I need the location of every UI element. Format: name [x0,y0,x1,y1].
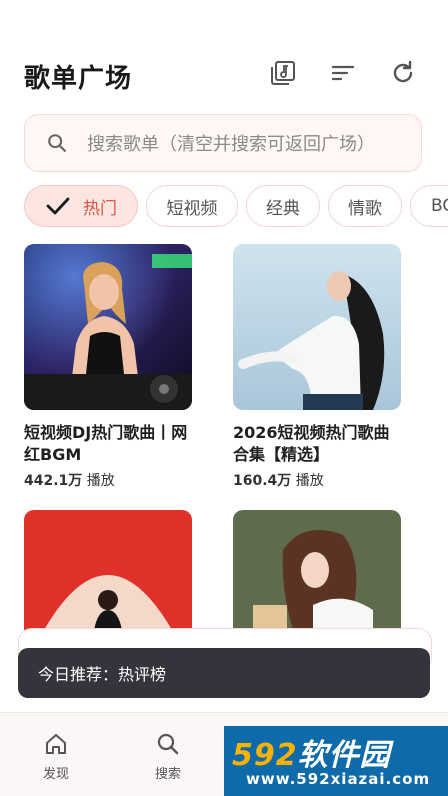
chip-short-video[interactable]: 短视频 [146,185,238,227]
page-title: 歌单广场 [24,64,133,94]
search-input[interactable]: 搜索歌单（清空并搜索可返回广场） [24,114,422,172]
search-icon [157,733,179,755]
nav-search[interactable]: 搜索 [138,731,198,782]
watermark-logo: 592软件园 www.592xiazai.com [224,726,448,796]
nav-label: 发现 [42,767,69,782]
nav-discover[interactable]: 发现 [26,731,86,782]
playlist-title: 2026短视频热门歌曲合集【精选】 [233,423,390,464]
chip-bgm[interactable]: BG [410,185,448,227]
chip-label: 经典 [266,198,300,219]
search-icon [37,123,77,163]
watermark-url: www.592xiazai.com [246,770,431,788]
playlist-play-count: 442.1万 播放 [24,470,192,490]
playlist-card[interactable] [233,510,401,630]
chip-hot[interactable]: 热门 [24,185,138,227]
header: 歌单广场 [0,48,448,104]
play-count-suffix: 播放 [295,473,324,489]
refresh-icon[interactable] [388,58,418,88]
chip-label: 热门 [83,198,117,219]
search-placeholder: 搜索歌单（清空并搜索可返回广场） [87,134,375,155]
playlist-library-icon[interactable] [268,58,298,88]
watermark-brand-text: 软件园 [297,738,391,773]
playlist-card[interactable] [24,510,192,630]
play-count-value: 160.4万 [233,473,292,489]
watermark-brand-num: 592 [232,738,298,773]
nav-label: 搜索 [154,767,181,782]
playlist-card[interactable]: 2026短视频热门歌曲合集【精选】 160.4万 播放 [233,244,401,490]
toast-message: 今日推荐：热评榜 [18,648,430,698]
check-icon [46,197,70,215]
playlist-cover[interactable] [24,244,192,410]
chip-label: 情歌 [348,198,382,219]
chip-label: 短视频 [166,198,218,219]
playlist-cover[interactable] [233,244,401,410]
playlist-plaza-screen: 歌单广场 搜索歌单（清空并搜索可返回广场） 热门 短视频 经典 情歌 BG [0,0,448,796]
toast-text: 今日推荐：热评榜 [38,665,167,684]
chip-classic[interactable]: 经典 [246,185,320,227]
sort-icon[interactable] [328,58,358,88]
play-count-value: 442.1万 [24,473,83,489]
playlist-cover[interactable] [24,510,192,630]
chip-label: BG [431,196,448,216]
chip-love-songs[interactable]: 情歌 [328,185,402,227]
playlist-play-count: 160.4万 播放 [233,470,401,490]
play-count-suffix: 播放 [86,473,115,489]
watermark-brand: 592软件园 [232,730,391,774]
playlist-card[interactable]: 短视频DJ热门歌曲丨网红BGM 442.1万 播放 [24,244,192,490]
category-chips: 热门 短视频 经典 情歌 BG [24,185,448,229]
playlist-cover[interactable] [233,510,401,630]
playlist-title: 短视频DJ热门歌曲丨网红BGM [24,423,188,464]
home-icon [46,734,66,754]
